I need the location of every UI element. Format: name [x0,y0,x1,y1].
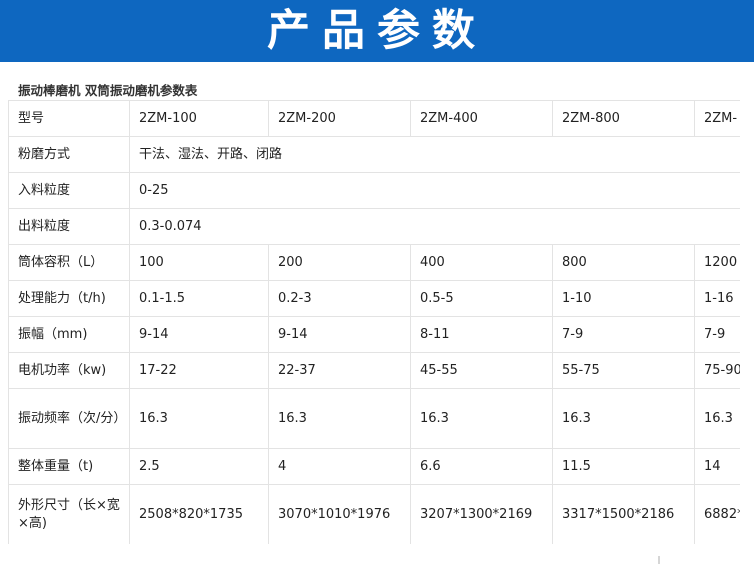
table-cell: 14 [694,448,740,485]
row-label-motor-power: 电机功率（kw) [8,352,130,389]
table-cell: 0.1-1.5 [129,280,269,317]
row-label-grinding-method: 粉磨方式 [8,136,130,173]
table-cell: 1-16 [694,280,740,317]
table-row-capacity: 处理能力（t/h) 0.1-1.5 0.2-3 0.5-5 1-10 1-16 [8,280,740,317]
table-cell: 11.5 [552,448,695,485]
table-cell: 16.3 [410,388,553,449]
table-cell: 16.3 [552,388,695,449]
table-cell: 6882*35 [694,484,740,544]
table-cell-span: 0-25 [129,172,740,209]
row-label-capacity: 处理能力（t/h) [8,280,130,317]
row-label-amplitude: 振幅（mm) [8,316,130,353]
table-cell: 3070*1010*1976 [268,484,411,544]
table-cell: 0.5-5 [410,280,553,317]
scroll-indicator [658,556,660,564]
table-cell: 200 [268,244,411,281]
table-cell: 4 [268,448,411,485]
row-label-volume: 筒体容积（L） [8,244,130,281]
table-cell: 2ZM-200 [268,100,411,137]
row-label-output-size: 出料粒度 [8,208,130,245]
table-cell: 0.2-3 [268,280,411,317]
table-cell: 3317*1500*2186 [552,484,695,544]
table-cell: 2ZM-800 [552,100,695,137]
table-cell: 8-11 [410,316,553,353]
row-label-feed-size: 入料粒度 [8,172,130,209]
table-cell-span: 干法、湿法、开路、闭路 [129,136,740,173]
table-caption: 振动棒磨机 双筒振动磨机参数表 [18,83,198,98]
row-label-dimensions: 外形尺寸（长×宽×高) [8,484,130,544]
table-row-frequency: 振动频率（次/分） 16.3 16.3 16.3 16.3 16.3 [8,388,740,449]
table-cell-span: 0.3-0.074 [129,208,740,245]
table-row-feed-size: 入料粒度 0-25 [8,172,740,209]
table-cell: 100 [129,244,269,281]
table-row-weight: 整体重量（t) 2.5 4 6.6 11.5 14 [8,448,740,485]
table-row-amplitude: 振幅（mm) 9-14 9-14 8-11 7-9 7-9 [8,316,740,353]
row-label-weight: 整体重量（t) [8,448,130,485]
parameter-table: 型号 2ZM-100 2ZM-200 2ZM-400 2ZM-800 2ZM- … [8,100,740,544]
table-cell: 3207*1300*2169 [410,484,553,544]
table-cell: 45-55 [410,352,553,389]
table-cell: 16.3 [694,388,740,449]
table-row-grinding-method: 粉磨方式 干法、湿法、开路、闭路 [8,136,740,173]
table-cell: 16.3 [268,388,411,449]
table-cell: 1-10 [552,280,695,317]
table-cell: 6.6 [410,448,553,485]
row-label-frequency: 振动频率（次/分） [8,388,130,449]
table-cell: 400 [410,244,553,281]
table-cell: 17-22 [129,352,269,389]
row-label-model: 型号 [8,100,130,137]
table-cell: 2508*820*1735 [129,484,269,544]
table-cell: 75-90 [694,352,740,389]
table-cell: 7-9 [552,316,695,353]
table-cell: 2ZM-100 [129,100,269,137]
table-cell: 2ZM- [694,100,740,137]
table-row-motor-power: 电机功率（kw) 17-22 22-37 45-55 55-75 75-90 [8,352,740,389]
page-title: 产品参数 [267,5,487,56]
table-cell: 22-37 [268,352,411,389]
table-cell: 7-9 [694,316,740,353]
table-cell: 55-75 [552,352,695,389]
table-row-model: 型号 2ZM-100 2ZM-200 2ZM-400 2ZM-800 2ZM- [8,100,740,137]
table-cell: 800 [552,244,695,281]
parameter-table-container: 型号 2ZM-100 2ZM-200 2ZM-400 2ZM-800 2ZM- … [8,100,740,544]
table-cell: 9-14 [268,316,411,353]
table-cell: 2ZM-400 [410,100,553,137]
table-cell: 1200 [694,244,740,281]
header-banner: 产品参数 [0,0,754,62]
table-row-dimensions: 外形尺寸（长×宽×高) 2508*820*1735 3070*1010*1976… [8,484,740,544]
table-cell: 16.3 [129,388,269,449]
table-row-volume: 筒体容积（L） 100 200 400 800 1200 [8,244,740,281]
table-cell: 2.5 [129,448,269,485]
table-cell: 9-14 [129,316,269,353]
table-row-output-size: 出料粒度 0.3-0.074 [8,208,740,245]
